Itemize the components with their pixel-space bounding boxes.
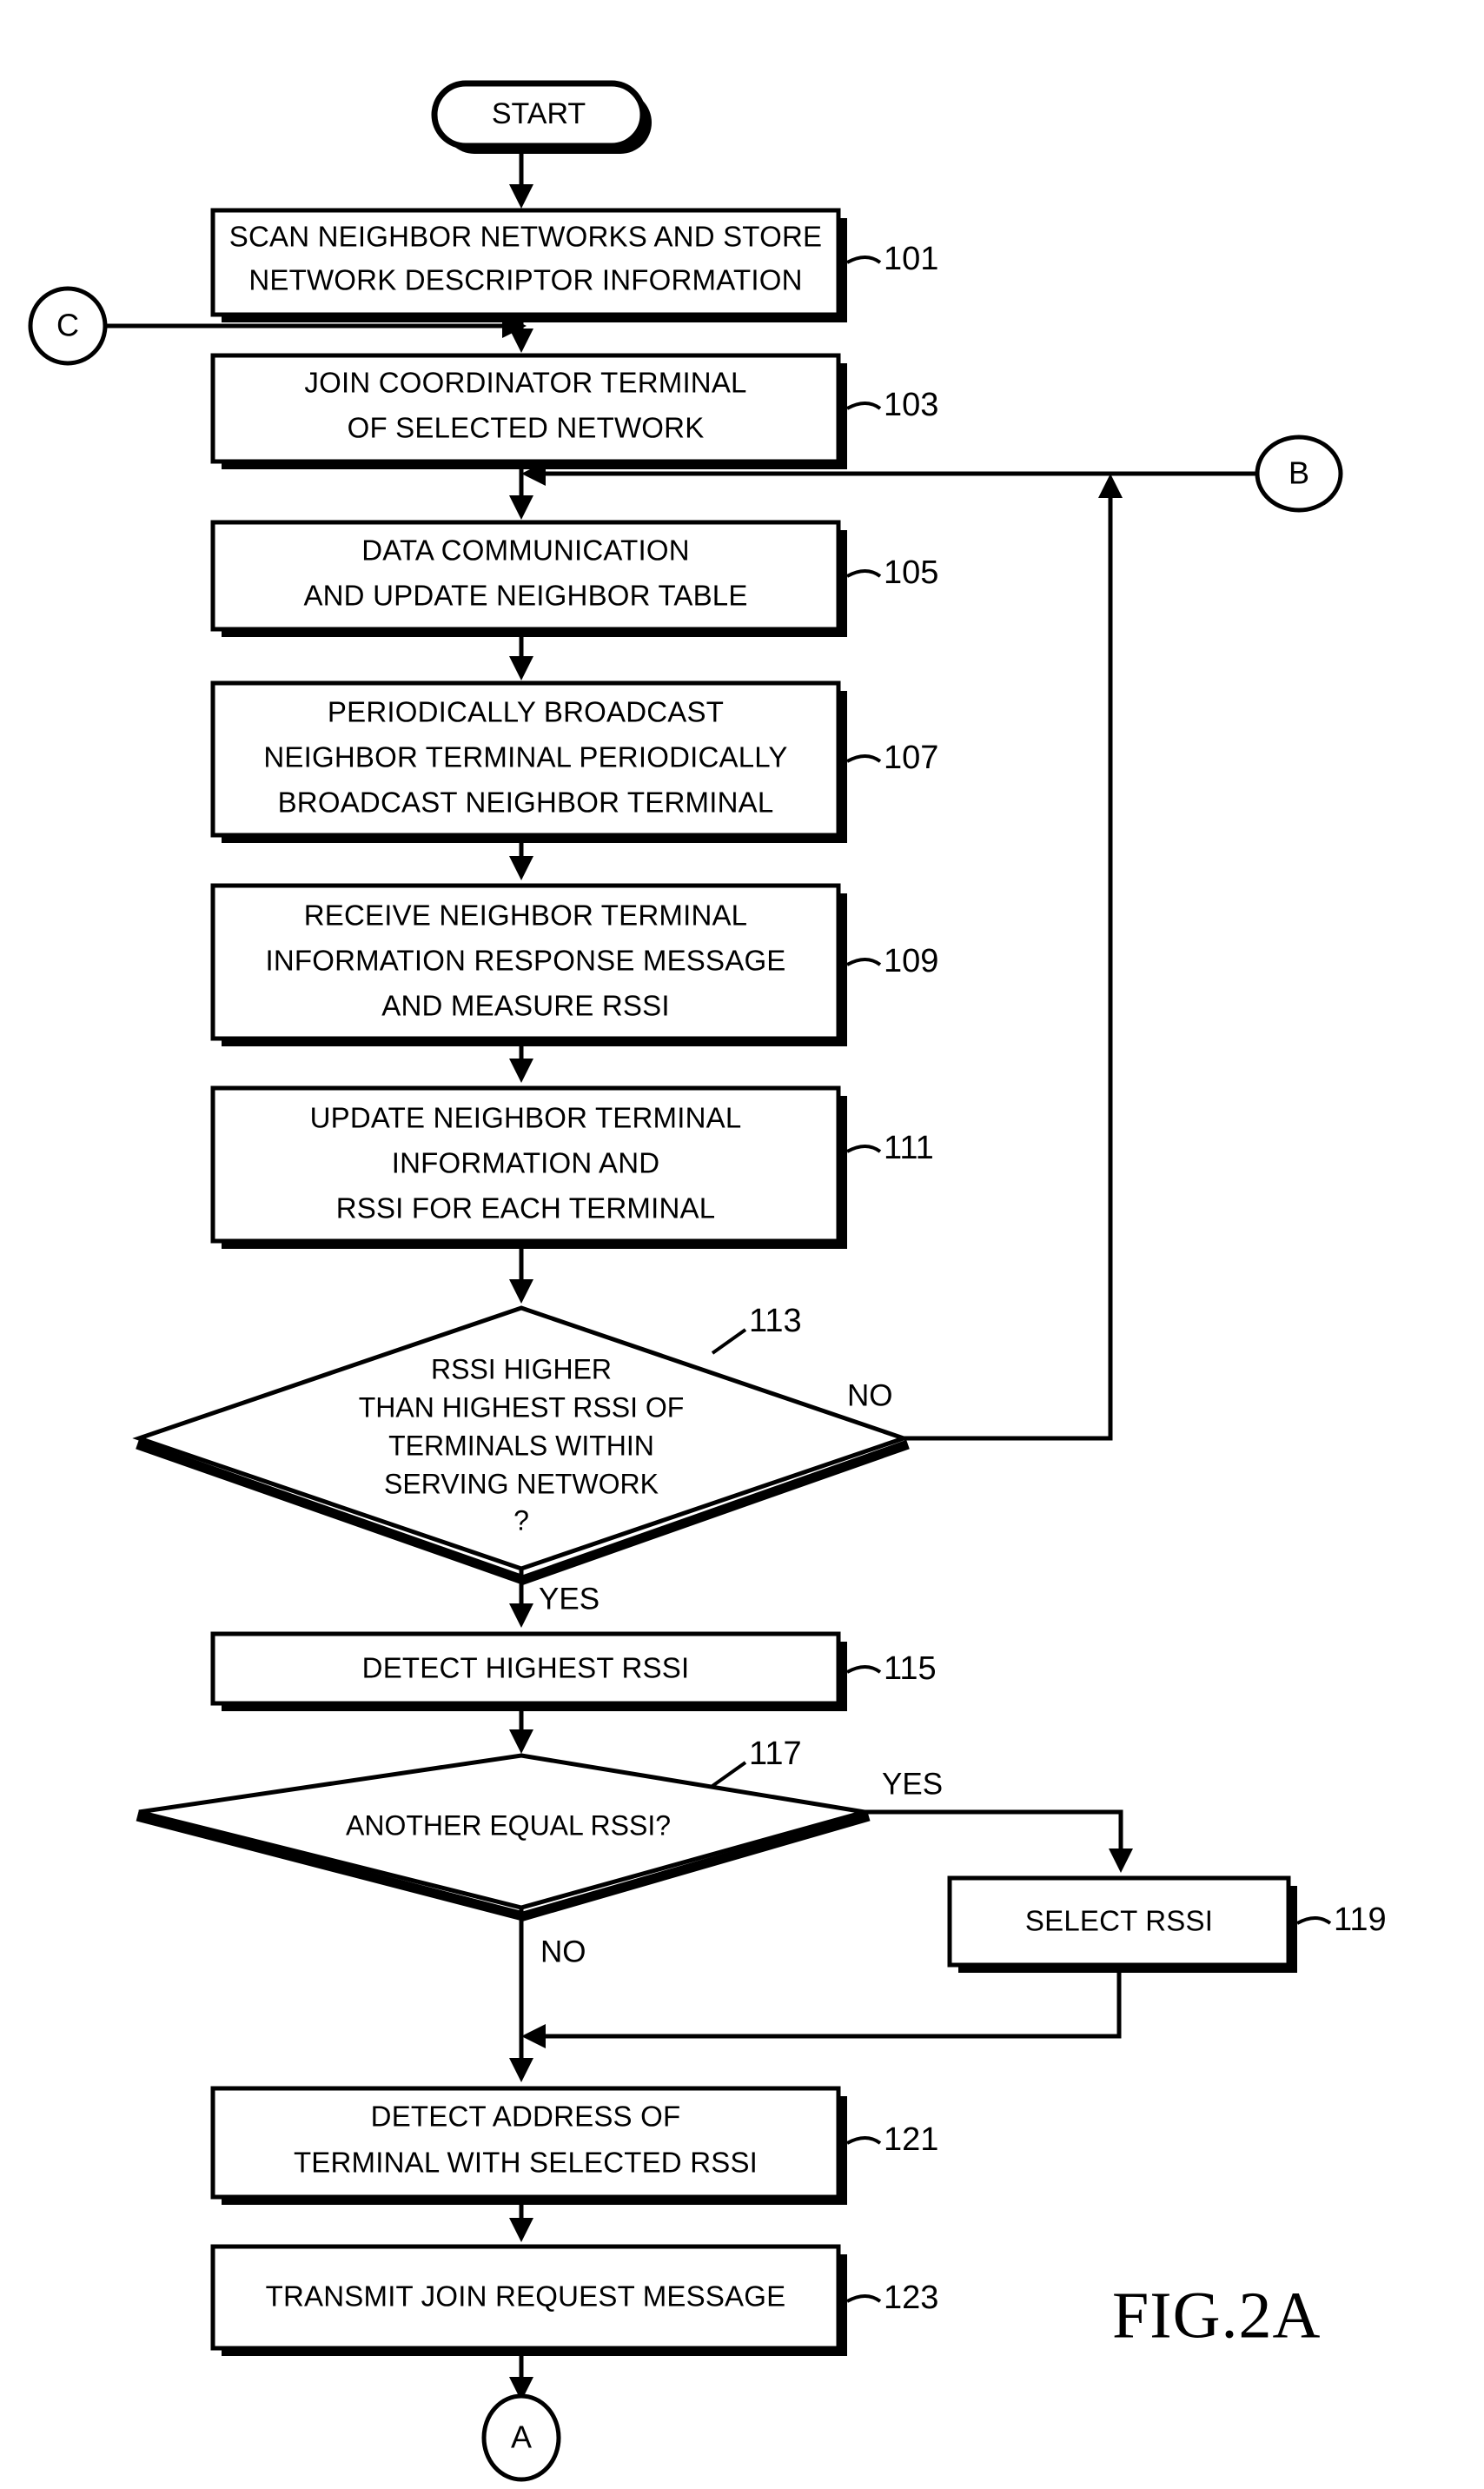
ref-number-123: 123 xyxy=(884,2280,938,2316)
leader-107 xyxy=(846,754,882,763)
process-node-111-line3: RSSI FOR EACH TERMINAL xyxy=(336,1192,716,1225)
ref-number-119: 119 xyxy=(1334,1902,1387,1938)
process-node-123: TRANSMIT JOIN REQUEST MESSAGE 123 xyxy=(210,2244,938,2356)
ref-number-115: 115 xyxy=(884,1650,937,1687)
edge-117-yes-to-119 xyxy=(865,1809,1123,1857)
process-node-103-line2: OF SELECTED NETWORK xyxy=(348,412,705,444)
connector-c-label: C xyxy=(56,308,79,343)
start-terminator-label: START xyxy=(492,97,586,130)
arrow-head-121-to-123 xyxy=(509,2218,533,2242)
ref-number-117: 117 xyxy=(749,1736,802,1772)
ref-number-113: 113 xyxy=(749,1303,802,1339)
arrow-head-101-to-103 xyxy=(509,329,533,353)
leader-105 xyxy=(846,569,882,578)
start-terminator: START xyxy=(431,80,652,154)
decision-node-113-line3: TERMINALS WITHIN xyxy=(388,1430,654,1461)
leader-117 xyxy=(711,1761,747,1788)
process-node-107-line3: BROADCAST NEIGHBOR TERMINAL xyxy=(278,787,774,819)
arrow-head-113-no-return xyxy=(1098,474,1123,498)
process-node-111-line1: UPDATE NEIGHBOR TERMINAL xyxy=(310,1102,742,1134)
branch-label-yes-113: YES xyxy=(539,1582,600,1616)
arrow-head-119-merge xyxy=(521,2024,546,2048)
leader-115 xyxy=(846,1665,882,1674)
decision-node-117-line1: ANOTHER EQUAL RSSI? xyxy=(346,1809,671,1841)
leader-103 xyxy=(846,402,882,410)
process-node-109: RECEIVE NEIGHBOR TERMINAL INFORMATION RE… xyxy=(210,883,938,1046)
process-node-103-line1: JOIN COORDINATOR TERMINAL xyxy=(304,367,746,399)
process-node-111: UPDATE NEIGHBOR TERMINAL INFORMATION AND… xyxy=(210,1085,934,1249)
process-node-121-line2: TERMINAL WITH SELECTED RSSI xyxy=(294,2147,758,2179)
process-node-119: SELECT RSSI 119 xyxy=(947,1875,1387,1973)
process-node-109-line2: INFORMATION RESPONSE MESSAGE xyxy=(265,945,785,977)
process-node-103: JOIN COORDINATOR TERMINAL OF SELECTED NE… xyxy=(210,353,938,469)
edge-119-to-121-merge xyxy=(537,1973,1122,2039)
ref-number-101: 101 xyxy=(884,241,938,277)
connector-c: C xyxy=(28,286,108,366)
patent-figure-2a: START SCAN NEIGHBOR NETWORKS AND STORE N… xyxy=(0,0,1484,2489)
leader-113 xyxy=(711,1328,747,1355)
arrow-head-117-to-119 xyxy=(1109,1848,1133,1873)
arrow-head-115-to-117 xyxy=(509,1729,533,1754)
process-node-101: SCAN NEIGHBOR NETWORKS AND STORE NETWORK… xyxy=(210,208,938,322)
process-node-101-line2: NETWORK DESCRIPTOR INFORMATION xyxy=(248,264,802,296)
process-node-109-line3: AND MEASURE RSSI xyxy=(381,990,669,1022)
connector-b: B xyxy=(1255,435,1343,513)
process-node-123-line1: TRANSMIT JOIN REQUEST MESSAGE xyxy=(266,2280,786,2313)
decision-node-113: RSSI HIGHER THAN HIGHEST RSSI OF TERMINA… xyxy=(132,1303,911,1585)
branch-label-no-117: NO xyxy=(540,1935,586,1968)
process-node-105-line2: AND UPDATE NEIGHBOR TABLE xyxy=(303,580,747,612)
leader-121 xyxy=(846,2136,882,2145)
process-node-105-line1: DATA COMMUNICATION xyxy=(361,534,690,567)
leader-101 xyxy=(846,256,882,264)
connector-a: A xyxy=(481,2393,561,2482)
arrow-head-111-to-113 xyxy=(509,1279,533,1304)
leader-119 xyxy=(1296,1916,1332,1925)
ref-number-107: 107 xyxy=(884,740,938,776)
process-node-107-line1: PERIODICALLY BROADCAST xyxy=(328,696,724,728)
process-node-107: PERIODICALLY BROADCAST NEIGHBOR TERMINAL… xyxy=(210,680,938,843)
decision-node-117: ANOTHER EQUAL RSSI? 117 xyxy=(136,1736,871,1922)
arrow-head-117-no-to-121 xyxy=(509,2058,533,2082)
connector-a-label: A xyxy=(511,2419,532,2455)
leader-111 xyxy=(846,1145,882,1153)
arrow-head-105-to-107 xyxy=(509,656,533,680)
connector-b-label: B xyxy=(1289,455,1309,491)
arrow-head-109-to-111 xyxy=(509,1059,533,1083)
process-node-109-line1: RECEIVE NEIGHBOR TERMINAL xyxy=(304,899,748,932)
arrow-head-start-to-101 xyxy=(509,184,533,209)
process-node-121-line1: DETECT ADDRESS OF xyxy=(371,2101,681,2133)
leader-123 xyxy=(846,2294,882,2303)
ref-number-109: 109 xyxy=(884,943,938,979)
leader-109 xyxy=(846,958,882,966)
branch-label-no-113: NO xyxy=(847,1378,893,1412)
arrow-head-113-to-115 xyxy=(509,1603,533,1628)
ref-number-121: 121 xyxy=(884,2121,938,2158)
ref-number-111: 111 xyxy=(884,1130,934,1166)
process-node-115: DETECT HIGHEST RSSI 115 xyxy=(210,1631,937,1711)
decision-node-113-line1: RSSI HIGHER xyxy=(431,1353,612,1384)
process-node-101-line1: SCAN NEIGHBOR NETWORKS AND STORE xyxy=(229,221,822,253)
ref-number-103: 103 xyxy=(884,387,938,423)
process-node-121: DETECT ADDRESS OF TERMINAL WITH SELECTED… xyxy=(210,2086,938,2205)
process-node-111-line2: INFORMATION AND xyxy=(392,1147,660,1179)
decision-node-113-line5: ? xyxy=(513,1504,529,1536)
decision-node-113-line4: SERVING NETWORK xyxy=(384,1468,659,1499)
process-node-115-line1: DETECT HIGHEST RSSI xyxy=(362,1652,690,1684)
arrow-head-107-to-109 xyxy=(509,856,533,880)
branch-label-yes-117: YES xyxy=(882,1767,943,1801)
process-node-105: DATA COMMUNICATION AND UPDATE NEIGHBOR T… xyxy=(210,520,938,637)
ref-number-105: 105 xyxy=(884,554,938,591)
process-node-119-line1: SELECT RSSI xyxy=(1025,1905,1213,1937)
figure-label: FIG.2A xyxy=(1112,2279,1321,2352)
arrow-head-103-to-105 xyxy=(509,495,533,520)
flowchart-diagram: START SCAN NEIGHBOR NETWORKS AND STORE N… xyxy=(28,80,1387,2482)
process-node-107-line2: NEIGHBOR TERMINAL PERIODICALLY xyxy=(263,741,787,773)
decision-node-113-line2: THAN HIGHEST RSSI OF xyxy=(359,1391,685,1423)
